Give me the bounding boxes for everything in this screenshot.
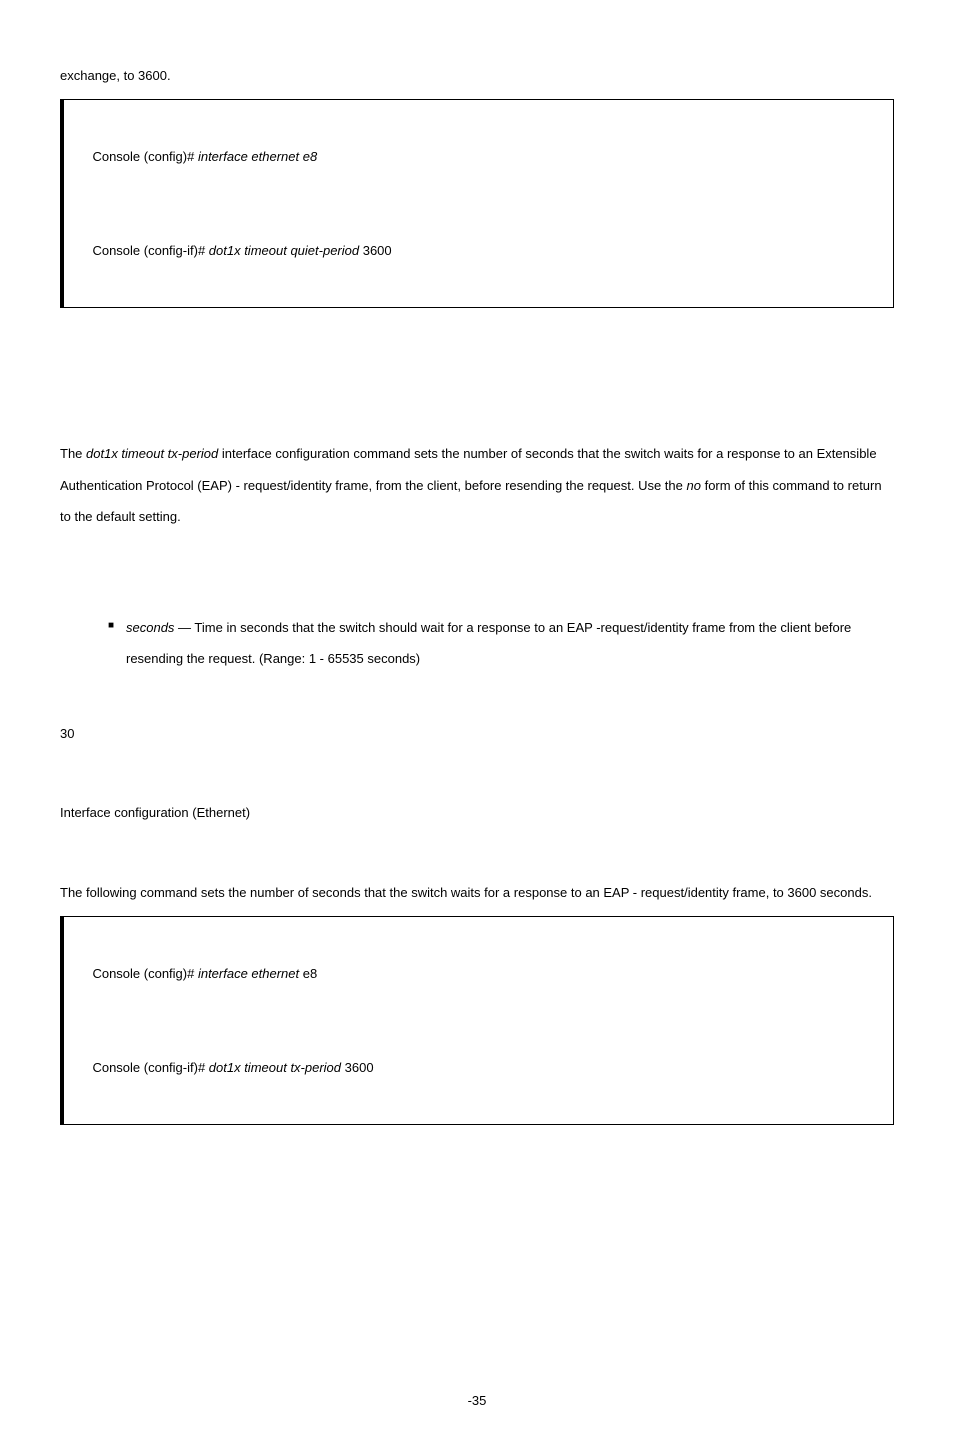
code2-l1-prefix: Console (config)#	[92, 966, 194, 981]
code1-line2: Console (config-if)# dot1x timeout quiet…	[78, 204, 879, 298]
code1-l1-rest: interface ethernet e8	[194, 149, 317, 164]
bullet-text: seconds — Time in seconds that the switc…	[126, 612, 894, 674]
code2-l1-mid: interface ethernet	[194, 966, 302, 981]
code-block-1: Console (config)# interface ethernet e8 …	[60, 99, 894, 308]
bullet-body: Time in seconds that the switch should w…	[126, 620, 851, 666]
description-paragraph: The dot1x timeout tx-period interface co…	[60, 438, 894, 532]
code1-line1: Console (config)# interface ethernet e8	[78, 110, 879, 204]
page-number: -35	[60, 1385, 894, 1416]
code1-l2-mid: dot1x timeout quiet-period	[205, 243, 363, 258]
desc-a: The	[60, 446, 86, 461]
code1-l1-prefix: Console (config)#	[92, 149, 194, 164]
desc-d: no	[687, 478, 701, 493]
code2-l2-prefix: Console (config-if)#	[92, 1060, 205, 1075]
code1-l2-num: 3600	[363, 243, 392, 258]
example-intro: The following command sets the number of…	[60, 877, 894, 908]
value-30: 30	[60, 718, 894, 749]
code2-line2: Console (config-if)# dot1x timeout tx-pe…	[78, 1020, 879, 1114]
code1-l2-prefix: Console (config-if)#	[92, 243, 205, 258]
bullet-item: ■ seconds — Time in seconds that the swi…	[60, 612, 894, 674]
code-block-2: Console (config)# interface ethernet e8 …	[60, 916, 894, 1125]
code2-l2-mid: dot1x timeout tx-period	[205, 1060, 344, 1075]
code2-line1: Console (config)# interface ethernet e8	[78, 927, 879, 1021]
desc-b: dot1x timeout tx-period	[86, 446, 218, 461]
bullet-label: seconds —	[126, 620, 191, 635]
code2-l2-num: 3600	[345, 1060, 374, 1075]
interface-config-label: Interface configuration (Ethernet)	[60, 797, 894, 828]
intro-line: exchange, to 3600.	[60, 60, 894, 91]
code2-l1-arg: e8	[303, 966, 317, 981]
bullet-marker: ■	[108, 612, 126, 674]
